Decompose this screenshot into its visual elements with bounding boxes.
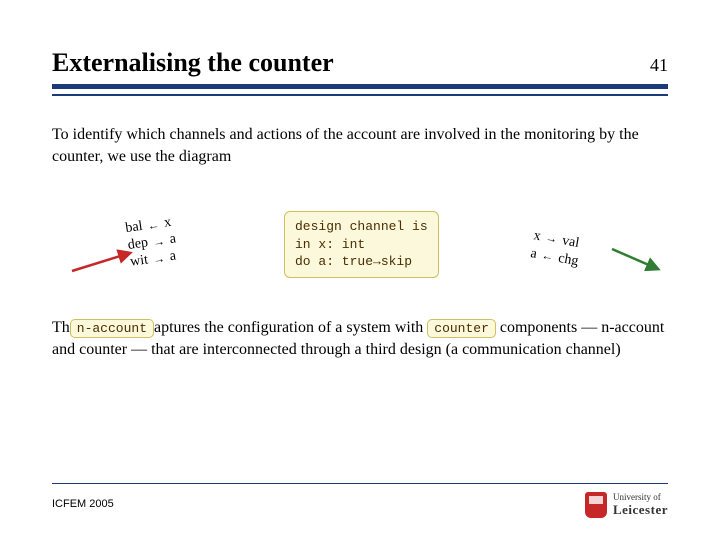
map-val: a [169, 248, 177, 265]
diagram: bal ← x dep → a wit → a design channel i… [52, 191, 668, 311]
map-val: a [169, 231, 177, 248]
slide: Externalising the counter 41 To identify… [0, 0, 720, 540]
text-fragment: aptures the configuration of a system wi… [154, 319, 427, 336]
university-text: University of Leicester [613, 493, 668, 517]
map-key: wit [129, 252, 149, 271]
left-mapping: bal ← x dep → a wit → a [124, 215, 179, 272]
map-val: chg [557, 250, 580, 271]
arrow-right-icon: → [151, 234, 167, 250]
arrow-left-icon: ← [539, 248, 555, 266]
title-underline-thick [52, 84, 668, 89]
shield-icon [585, 492, 607, 518]
arrow-left-icon: ← [146, 218, 162, 234]
map-val: x [163, 215, 172, 233]
arrow-right-icon: → [151, 251, 167, 267]
channel-design-box: design channel is in x: int do a: true→s… [284, 211, 439, 278]
title-underline-thin [52, 94, 668, 96]
university-logo: University of Leicester [585, 492, 668, 518]
page-number: 41 [650, 55, 668, 76]
footer-venue: ICFEM 2005 [52, 498, 114, 510]
right-mapping: x → val a ← chg [529, 227, 583, 271]
slide-title: Externalising the counter [52, 48, 334, 78]
university-line2: Leicester [613, 503, 668, 517]
title-row: Externalising the counter 41 [52, 48, 668, 78]
footer-divider [52, 483, 668, 484]
map-key: x [532, 227, 542, 246]
map-key: a [529, 245, 538, 264]
text-fragment: Th [52, 319, 70, 336]
code-line: design channel is [295, 218, 428, 236]
counter-tag: counter [427, 319, 496, 339]
intro-paragraph: To identify which channels and actions o… [52, 124, 668, 167]
code-line: in x: int [295, 236, 428, 254]
code-line: do a: true→skip [295, 253, 428, 271]
n-account-tag: n-account [70, 319, 154, 339]
body-paragraph: Thn-accountaptures the configuration of … [52, 317, 668, 360]
arrow-right-icon: → [543, 231, 559, 249]
